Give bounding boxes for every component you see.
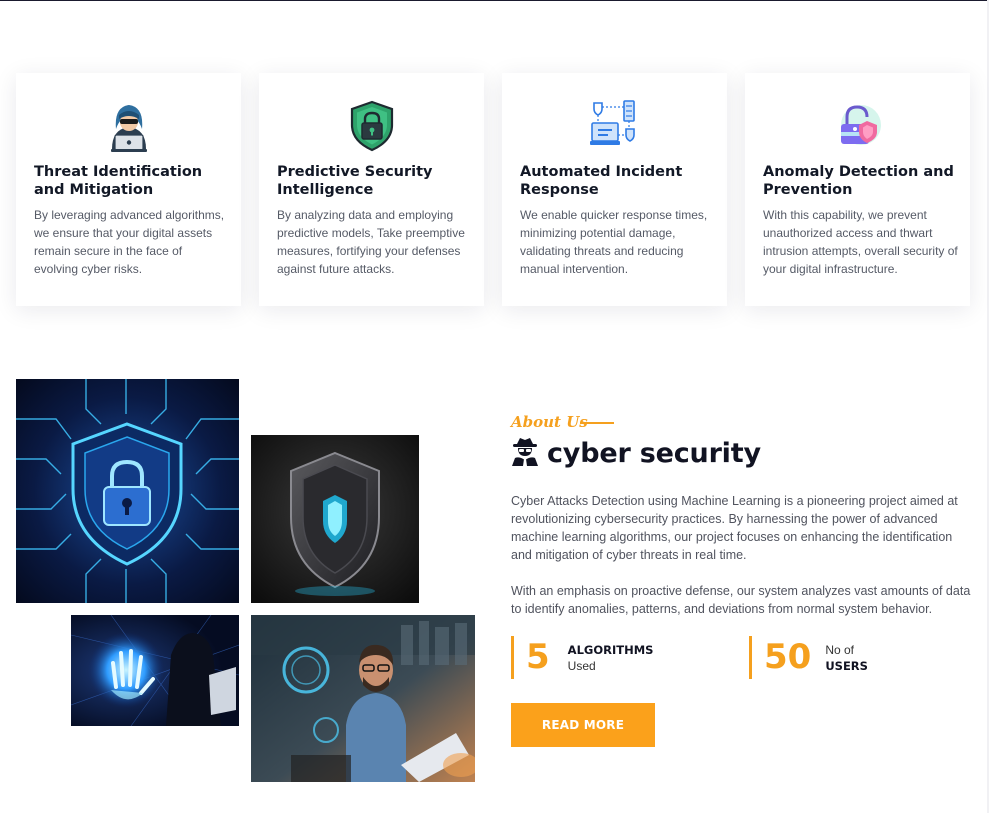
feature-description: We enable quicker response times, minimi… [520,208,708,276]
feature-description: By leveraging advanced algorithms, we en… [34,208,225,276]
stat-value: 50 [764,637,812,677]
stat-label-secondary: Used [567,658,596,673]
stat-label-primary: ALGORITHMS [567,642,654,657]
read-more-button[interactable]: READ MORE [511,703,655,747]
about-heading: cyber security [511,436,761,471]
man-using-laptop-image [251,615,475,782]
feature-card-anomaly-detection: Anomaly Detection and Prevention With th… [745,73,970,306]
feature-title: Threat Identification and Mitigation [34,164,203,198]
spy-icon [511,436,539,471]
hacker-laptop-icon [102,99,156,153]
feature-card-predictive-intelligence: Predictive Security Intelligence By anal… [259,73,484,306]
feature-title: Predictive Security Intelligence [277,164,433,198]
top-divider [0,0,989,1]
stat-label: ALGORITHMS Used [568,642,654,674]
shield-lock-icon [345,99,399,153]
feature-description: By analyzing data and employing predicti… [277,208,465,276]
about-paragraph-2: With an emphasis on proactive defense, o… [511,584,971,616]
dark-armor-shield-image [251,435,419,603]
about-tag: About Us [511,413,588,431]
about-tag-underline [580,422,614,424]
network-shield-icon [588,99,642,153]
feature-title: Anomaly Detection and Prevention [763,164,954,198]
stat-label-primary: USERS [825,658,868,673]
feature-title: Automated Incident Response [520,164,683,198]
stat-value: 5 [526,637,550,677]
feature-card-automated-response: Automated Incident Response We enable qu… [502,73,727,306]
stat-label-secondary: No of [825,642,855,657]
hooded-hacker-hand-image [71,615,239,726]
about-title: cyber security [547,438,761,469]
feature-description: With this capability, we prevent unautho… [763,208,958,276]
stat-label: No of USERS [825,642,868,674]
feature-card-threat-identification: Threat Identification and Mitigation By … [16,73,241,306]
stat-algorithms: 5 ALGORITHMS Used [511,636,653,679]
cyber-shield-circuit-image [16,379,239,603]
stat-users: 50 No of USERS [749,636,868,679]
padlock-shield-icon [831,99,885,153]
about-paragraph-1: Cyber Attacks Detection using Machine Le… [511,494,958,562]
